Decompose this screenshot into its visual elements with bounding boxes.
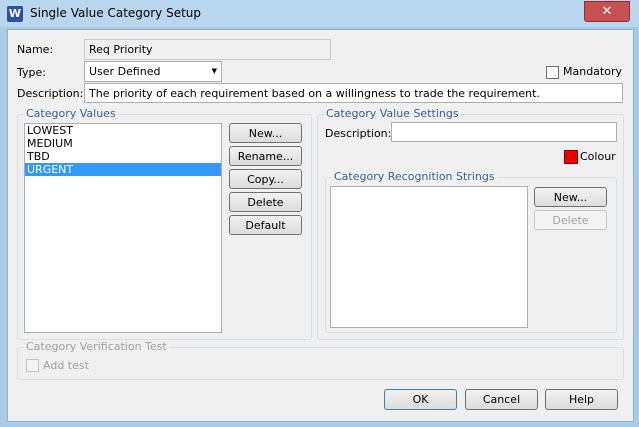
help-button[interactable]: Help xyxy=(545,389,618,410)
recognition-strings-title: Category Recognition Strings xyxy=(332,170,497,183)
window-title: Single Value Category Setup xyxy=(30,6,202,20)
value-description-label: Description: xyxy=(325,127,392,140)
value-description-input[interactable] xyxy=(391,122,617,142)
new-value-button[interactable]: New... xyxy=(229,123,302,143)
type-dropdown-value: User Defined xyxy=(89,65,161,78)
name-field: Req Priority xyxy=(84,39,331,60)
type-label: Type: xyxy=(17,66,46,79)
app-icon: W xyxy=(7,6,23,22)
mandatory-checkbox[interactable] xyxy=(546,66,559,79)
verification-test-title: Category Verification Test xyxy=(24,340,169,353)
category-values-title: Category Values xyxy=(24,107,118,120)
description-input[interactable]: The priority of each requirement based o… xyxy=(84,83,623,103)
title-bar: W Single Value Category Setup ✕ xyxy=(0,0,639,27)
delete-value-button[interactable]: Delete xyxy=(229,192,302,212)
copy-value-button[interactable]: Copy... xyxy=(229,169,302,189)
dialog-client: Name: Req Priority Type: User Defined ▼ … xyxy=(7,29,634,422)
verification-test-group: Category Verification Test xyxy=(17,340,624,380)
chevron-down-icon: ▼ xyxy=(211,67,217,75)
colour-swatch[interactable] xyxy=(564,150,578,164)
value-settings-title: Category Value Settings xyxy=(324,107,461,120)
cancel-button[interactable]: Cancel xyxy=(465,389,538,410)
category-values-list[interactable]: LOWEST MEDIUM TBD URGENT xyxy=(24,123,222,333)
dialog-window: W Single Value Category Setup ✕ Name: Re… xyxy=(0,0,639,427)
mandatory-label: Mandatory xyxy=(563,65,623,78)
name-label: Name: xyxy=(17,43,54,56)
recognition-strings-list[interactable] xyxy=(330,186,528,328)
add-test-checkbox[interactable] xyxy=(26,359,39,372)
list-item[interactable]: MEDIUM xyxy=(25,137,221,150)
ok-button[interactable]: OK xyxy=(384,389,457,410)
rename-value-button[interactable]: Rename... xyxy=(229,146,302,166)
colour-label[interactable]: Colour xyxy=(580,150,616,163)
list-item[interactable]: TBD xyxy=(25,150,221,163)
delete-string-button[interactable]: Delete xyxy=(534,210,607,230)
type-dropdown[interactable]: User Defined ▼ xyxy=(84,61,222,82)
description-label: Description: xyxy=(17,87,84,100)
add-test-label: Add test xyxy=(43,359,89,372)
close-button[interactable]: ✕ xyxy=(584,1,630,22)
list-item[interactable]: LOWEST xyxy=(25,124,221,137)
new-string-button[interactable]: New... xyxy=(534,187,607,207)
list-item[interactable]: URGENT xyxy=(25,163,221,176)
default-value-button[interactable]: Default xyxy=(229,215,302,235)
